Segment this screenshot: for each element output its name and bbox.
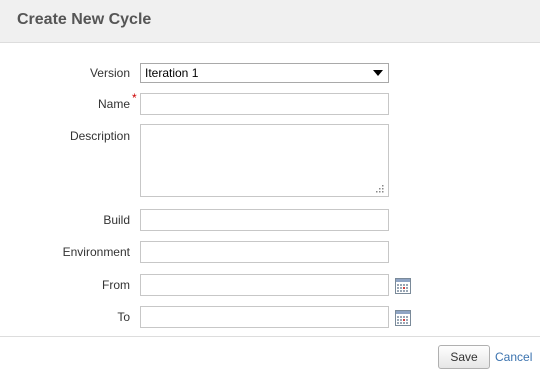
calendar-icon[interactable] <box>395 310 411 326</box>
dialog-title: Create New Cycle <box>17 11 152 28</box>
description-label: Description <box>69 129 130 143</box>
to-label: To <box>117 310 130 324</box>
version-label: Version <box>89 66 130 80</box>
dropdown-arrow-icon <box>373 70 383 76</box>
description-textarea[interactable] <box>140 124 389 197</box>
footer-divider <box>0 336 540 337</box>
resize-grip-icon[interactable] <box>374 183 384 193</box>
name-label: Name <box>97 97 130 111</box>
cancel-link[interactable]: Cancel <box>495 350 532 364</box>
environment-label: Environment <box>62 245 130 259</box>
build-input[interactable] <box>140 209 389 231</box>
to-date-input[interactable] <box>140 306 389 328</box>
environment-input[interactable] <box>140 241 389 263</box>
name-input[interactable] <box>140 93 389 115</box>
build-label: Build <box>103 213 130 227</box>
from-label: From <box>102 278 130 292</box>
from-date-input[interactable] <box>140 274 389 296</box>
save-button[interactable]: Save <box>438 345 490 369</box>
calendar-icon[interactable] <box>395 278 411 294</box>
version-selected-value: Iteration 1 <box>145 66 199 80</box>
required-marker: * <box>132 91 137 105</box>
dialog-header: Create New Cycle <box>0 0 540 43</box>
version-select[interactable]: Iteration 1 <box>140 63 389 83</box>
